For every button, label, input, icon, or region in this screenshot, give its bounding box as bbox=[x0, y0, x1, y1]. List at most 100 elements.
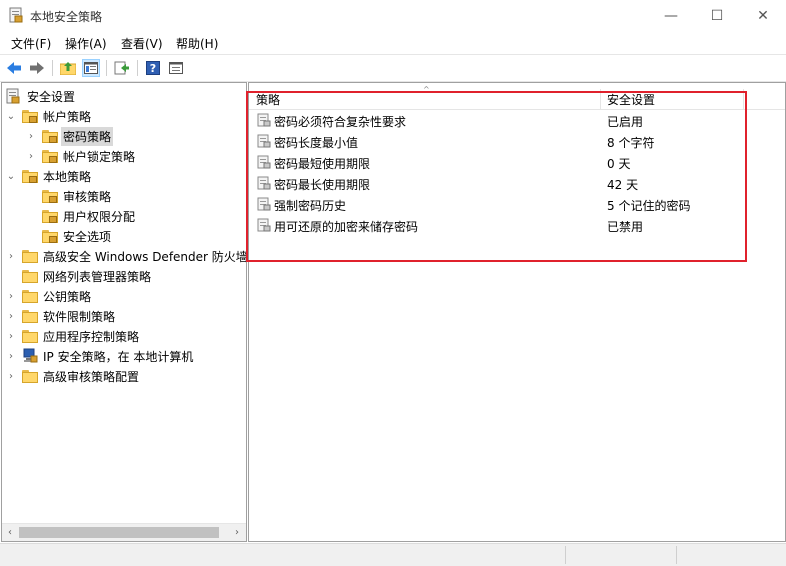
column-header-policy[interactable]: 策略 bbox=[256, 91, 280, 108]
local-security-policy-icon bbox=[9, 7, 23, 23]
tree-item-advanced-audit[interactable]: › 高级审核策略配置 bbox=[6, 366, 141, 386]
scroll-right-icon[interactable]: › bbox=[230, 525, 244, 540]
policy-row[interactable]: 密码长度最小值 8 个字符 bbox=[249, 131, 785, 152]
tree-label: 网络列表管理器策略 bbox=[43, 269, 152, 284]
expand-arrow-icon[interactable]: › bbox=[6, 311, 16, 322]
locked-folder-icon bbox=[22, 169, 38, 183]
tree-label: 密码策略 bbox=[61, 126, 114, 146]
toolbar: ? bbox=[0, 54, 786, 82]
policy-name: 密码最短使用期限 bbox=[274, 157, 371, 171]
policy-setting: 已启用 bbox=[607, 115, 644, 129]
security-settings-icon bbox=[6, 88, 20, 104]
column-divider[interactable] bbox=[743, 89, 744, 109]
tree-label: 公钥策略 bbox=[43, 289, 92, 304]
close-button[interactable]: ✕ bbox=[740, 0, 786, 31]
policy-name: 用可还原的加密来储存密码 bbox=[274, 220, 419, 234]
tree-label: 审核策略 bbox=[63, 189, 112, 204]
policy-icon bbox=[257, 155, 271, 169]
locked-folder-icon bbox=[42, 209, 58, 223]
policy-row[interactable]: 强制密码历史 5 个记住的密码 bbox=[249, 194, 785, 215]
menu-view[interactable]: 查看(V) bbox=[121, 35, 163, 52]
tree-item-account-lockout-policy[interactable]: › 帐户锁定策略 bbox=[26, 146, 137, 166]
tree-item-account-policy[interactable]: ⌄ 帐户策略 bbox=[6, 106, 93, 126]
sort-caret-icon: ^ bbox=[423, 85, 430, 94]
policy-icon bbox=[257, 176, 271, 190]
policy-row[interactable]: 用可还原的加密来储存密码 已禁用 bbox=[249, 215, 785, 236]
policy-row[interactable]: 密码最短使用期限 0 天 bbox=[249, 152, 785, 173]
folder-icon bbox=[22, 249, 38, 263]
scroll-thumb[interactable] bbox=[19, 527, 219, 538]
column-divider[interactable] bbox=[600, 89, 601, 109]
tree-label: IP 安全策略，在 本地计算机 bbox=[43, 349, 194, 364]
properties-icon[interactable] bbox=[167, 59, 185, 77]
minimize-button[interactable]: — bbox=[648, 0, 694, 31]
tree-item-ip-security[interactable]: › IP 安全策略，在 本地计算机 bbox=[6, 346, 195, 366]
tree-label: 用户权限分配 bbox=[63, 209, 136, 224]
expand-arrow-icon[interactable]: › bbox=[26, 151, 36, 162]
tree-item-security-options[interactable]: 安全选项 bbox=[26, 226, 113, 246]
ip-security-computer-icon bbox=[23, 348, 38, 363]
scroll-left-icon[interactable]: ‹ bbox=[3, 525, 17, 540]
menu-file[interactable]: 文件(F) bbox=[11, 35, 51, 52]
tree-horizontal-scrollbar[interactable]: ‹ › bbox=[2, 523, 246, 541]
policy-row[interactable]: 密码必须符合复杂性要求 已启用 bbox=[249, 110, 785, 131]
title-bar: 本地安全策略 — ☐ ✕ bbox=[0, 0, 786, 31]
policy-setting: 5 个记住的密码 bbox=[607, 199, 691, 213]
tree-item-user-rights[interactable]: 用户权限分配 bbox=[26, 206, 137, 226]
show-tree-icon[interactable] bbox=[82, 59, 100, 77]
collapse-arrow-icon[interactable]: ⌄ bbox=[6, 171, 16, 182]
column-header-setting[interactable]: 安全设置 bbox=[607, 91, 655, 108]
tree-label: 帐户锁定策略 bbox=[63, 149, 136, 164]
tree-item-firewall[interactable]: › 高级安全 Windows Defender 防火墙 bbox=[6, 246, 247, 266]
folder-icon bbox=[22, 269, 38, 283]
policy-row[interactable]: 密码最长使用期限 42 天 bbox=[249, 173, 785, 194]
policy-icon bbox=[257, 134, 271, 148]
expand-arrow-icon[interactable]: › bbox=[6, 291, 16, 302]
tree-item-app-control[interactable]: › 应用程序控制策略 bbox=[6, 326, 141, 346]
expand-arrow-icon[interactable]: › bbox=[6, 351, 16, 362]
back-icon[interactable] bbox=[5, 59, 23, 77]
tree-item-network-list-manager[interactable]: 网络列表管理器策略 bbox=[6, 266, 153, 286]
policy-name: 密码最长使用期限 bbox=[274, 178, 371, 192]
window-title: 本地安全策略 bbox=[30, 10, 103, 24]
tree-label: 本地策略 bbox=[43, 169, 92, 184]
expand-arrow-icon[interactable]: › bbox=[6, 371, 16, 382]
folder-icon bbox=[22, 329, 38, 343]
locked-folder-icon bbox=[42, 189, 58, 203]
folder-icon bbox=[22, 309, 38, 323]
tree-item-software-restriction[interactable]: › 软件限制策略 bbox=[6, 306, 117, 326]
policy-name: 密码必须符合复杂性要求 bbox=[274, 115, 407, 129]
policy-list: ^ 策略 安全设置 密码必须符合复杂性要求 已启用密码长度最小值 8 个字符密码最短… bbox=[248, 82, 786, 542]
forward-icon[interactable] bbox=[28, 59, 46, 77]
expand-arrow-icon[interactable]: › bbox=[26, 131, 36, 142]
policy-setting: 8 个字符 bbox=[607, 136, 655, 150]
policy-icon bbox=[257, 113, 271, 127]
menu-help[interactable]: 帮助(H) bbox=[176, 35, 218, 52]
tree-item-local-policy[interactable]: ⌄ 本地策略 bbox=[6, 166, 93, 186]
up-folder-icon[interactable] bbox=[59, 59, 77, 77]
tree-item-audit-policy[interactable]: 审核策略 bbox=[26, 186, 113, 206]
tree-item-public-key-policy[interactable]: › 公钥策略 bbox=[6, 286, 93, 306]
tree-item-password-policy[interactable]: › 密码策略 bbox=[26, 126, 114, 146]
menu-bar: 文件(F) 操作(A) 查看(V) 帮助(H) bbox=[0, 31, 786, 53]
tree-label: 安全选项 bbox=[63, 229, 112, 244]
help-icon[interactable]: ? bbox=[144, 59, 162, 77]
policy-setting: 已禁用 bbox=[607, 220, 644, 234]
menu-action[interactable]: 操作(A) bbox=[65, 35, 107, 52]
policy-name: 密码长度最小值 bbox=[274, 136, 359, 150]
tree-label: 帐户策略 bbox=[43, 109, 92, 124]
policy-icon bbox=[257, 218, 271, 232]
tree-label: 安全设置 bbox=[27, 89, 76, 104]
locked-folder-icon bbox=[42, 149, 58, 163]
expand-arrow-icon[interactable]: › bbox=[6, 251, 16, 262]
expand-arrow-icon[interactable]: › bbox=[6, 331, 16, 342]
svg-text:?: ? bbox=[150, 62, 156, 75]
tree-label: 高级安全 Windows Defender 防火墙 bbox=[43, 249, 247, 264]
tree-root-security-settings[interactable]: 安全设置 bbox=[6, 86, 77, 106]
policy-setting: 42 天 bbox=[607, 178, 639, 192]
maximize-button[interactable]: ☐ bbox=[694, 0, 740, 31]
collapse-arrow-icon[interactable]: ⌄ bbox=[6, 111, 16, 122]
folder-icon bbox=[22, 369, 38, 383]
export-icon[interactable] bbox=[113, 59, 131, 77]
policy-icon bbox=[257, 197, 271, 211]
